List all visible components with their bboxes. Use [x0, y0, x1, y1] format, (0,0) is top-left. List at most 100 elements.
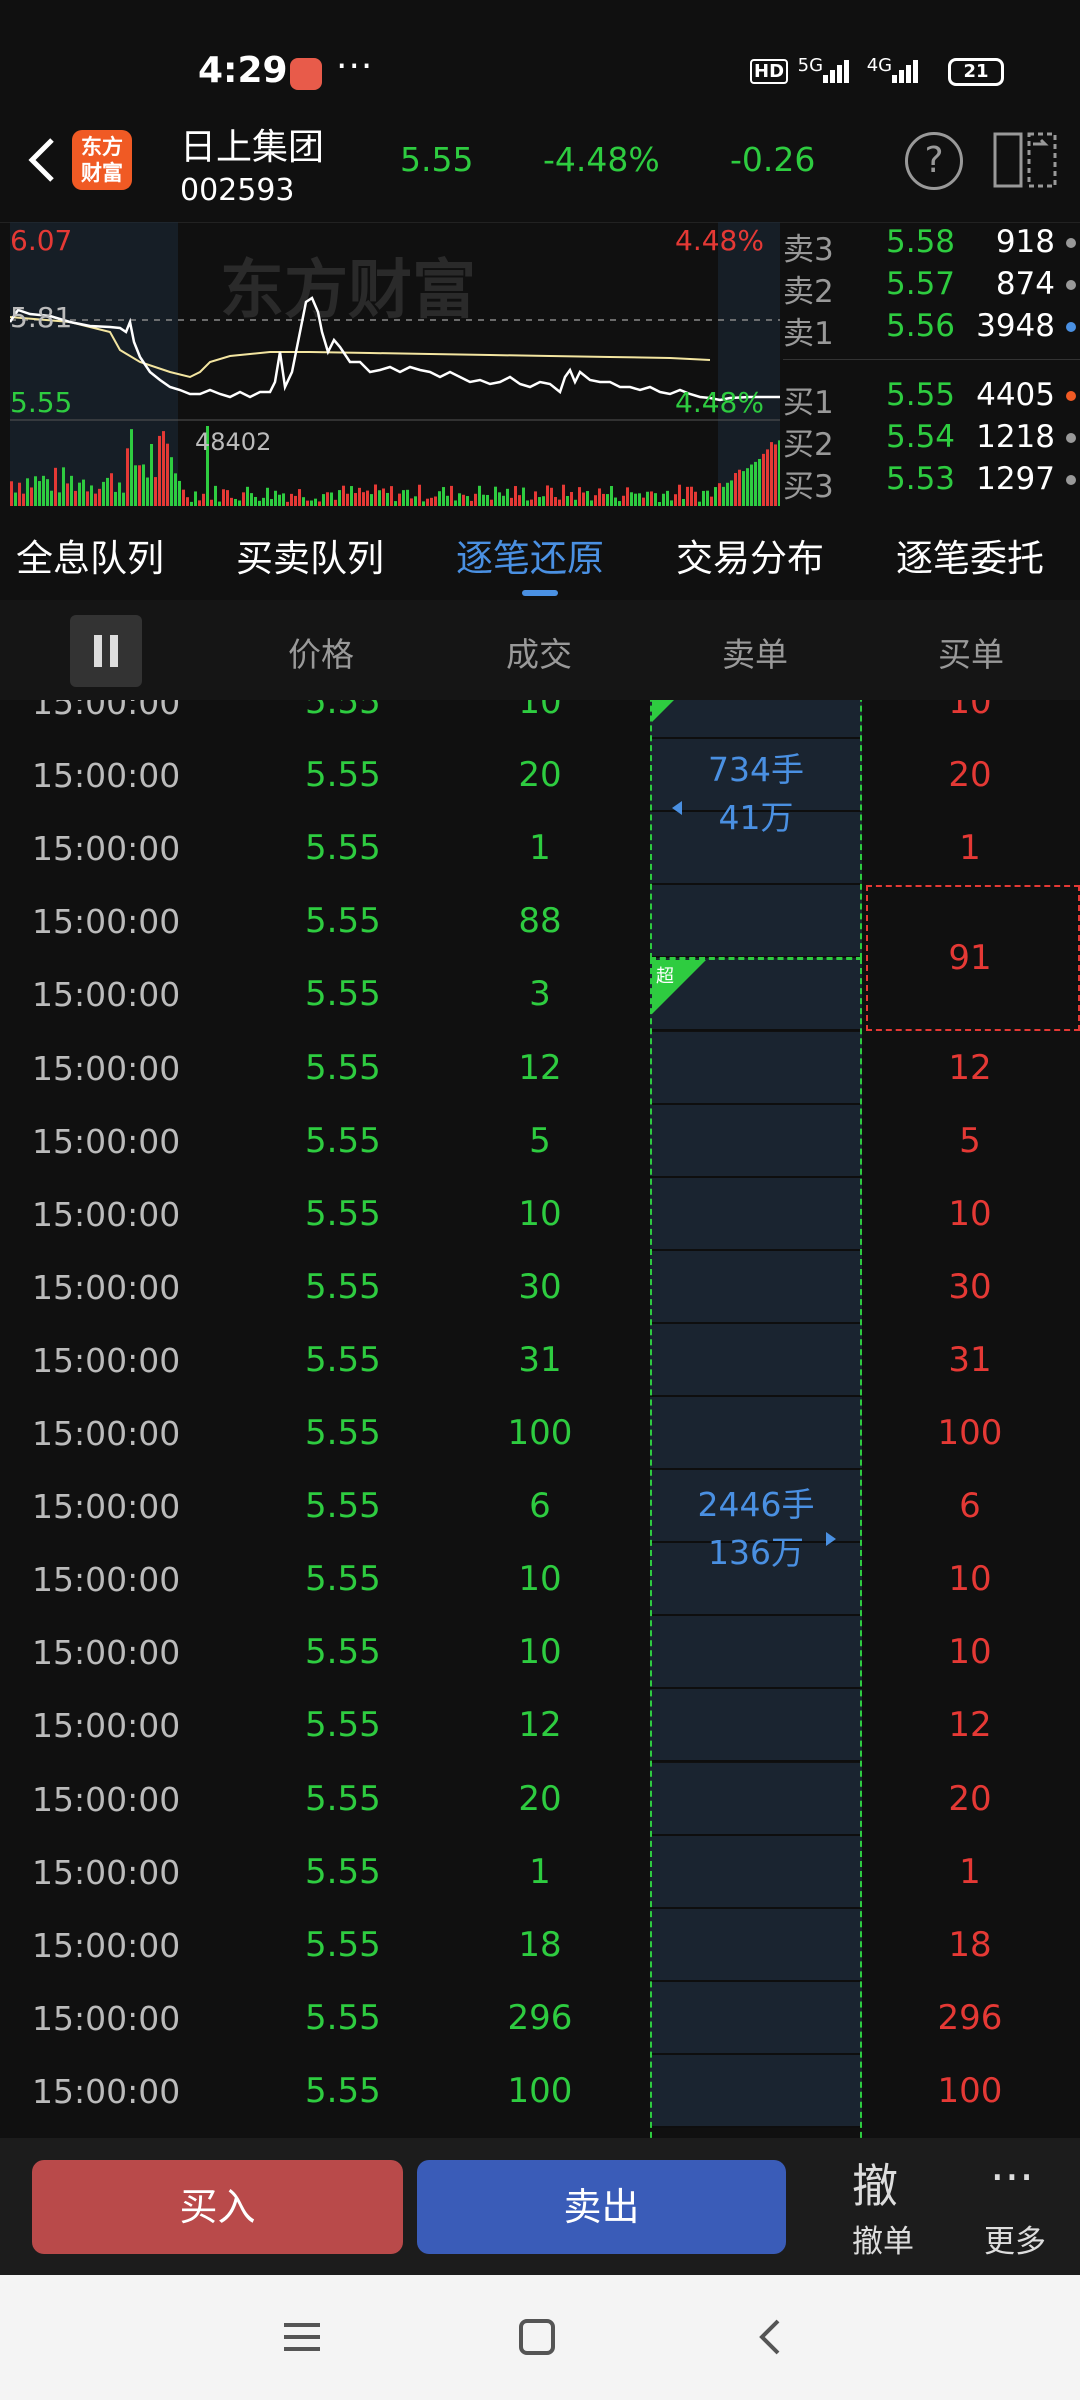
volume-bar — [574, 499, 577, 506]
volume-bar — [394, 501, 397, 506]
pause-button[interactable] — [70, 615, 142, 687]
volume-bar — [622, 495, 625, 506]
expand-left-arrow-icon[interactable] — [672, 801, 682, 816]
tick-buy-order: 6 — [959, 1486, 981, 1527]
tab-full-queue[interactable]: 全息队列 — [16, 528, 164, 582]
tick-row[interactable]: 15:00:00 5.55 5 5 — [0, 1105, 1080, 1178]
tick-row[interactable]: 15:00:00 5.55 10 10 — [0, 700, 1080, 739]
volume-bar — [482, 494, 485, 506]
ask-label: 卖3 — [783, 232, 834, 268]
volume-bar — [470, 500, 473, 506]
tick-row[interactable]: 15:00:00 5.55 100 100 — [0, 1397, 1080, 1470]
volume-bar — [226, 490, 229, 506]
back-arrow-icon[interactable] — [22, 130, 62, 190]
bid-dot-icon — [1066, 391, 1076, 401]
volume-bar — [550, 487, 553, 506]
tick-row[interactable]: 15:00:00 5.55 10 10 — [0, 1543, 1080, 1616]
tick-row[interactable]: 15:00:00 5.55 12 12 — [0, 1032, 1080, 1105]
tab-buy-sell-queue[interactable]: 买卖队列 — [236, 528, 384, 582]
tick-buy-order: 10 — [948, 1559, 992, 1600]
tick-row[interactable]: 15:00:00 5.55 20 20 — [0, 739, 1080, 812]
intraday-chart[interactable]: 东方财富 6.07 4.48% 5.81 5.55 4.48% 48402 — [10, 222, 780, 506]
tick-volume: 12 — [518, 1047, 562, 1088]
tick-row[interactable]: 15:00:00 5.55 18 18 — [0, 1909, 1080, 1982]
volume-bar — [534, 491, 537, 506]
back-nav-icon[interactable] — [750, 2315, 794, 2359]
ask-level-3[interactable]: 卖3 5.58 918 — [783, 224, 1080, 268]
sell-button[interactable]: 卖出 — [417, 2160, 786, 2254]
tick-row[interactable]: 15:00:00 5.55 20 20 — [0, 1763, 1080, 1836]
help-icon[interactable]: ? — [905, 132, 963, 190]
tick-buy-order: 10 — [948, 1193, 992, 1234]
ask-level-2[interactable]: 卖2 5.57 874 — [783, 266, 1080, 310]
ask-volume: 3948 — [976, 308, 1055, 344]
volume-bar — [266, 487, 269, 506]
volume-bar — [242, 492, 245, 506]
volume-bar — [78, 482, 81, 506]
volume-bar — [290, 493, 293, 506]
volume-bar — [22, 493, 25, 506]
tick-row[interactable]: 15:00:00 5.55 6 6 — [0, 1470, 1080, 1543]
menu-nav-icon[interactable] — [280, 2315, 324, 2359]
volume-bar — [474, 493, 477, 506]
cancel-order-label[interactable]: 撤单 — [852, 2216, 914, 2261]
more-label[interactable]: 更多 — [984, 2216, 1046, 2261]
volume-bar — [178, 480, 181, 506]
buy-button[interactable]: 买入 — [32, 2160, 403, 2254]
tick-row[interactable]: 15:00:00 5.55 296 296 — [0, 1982, 1080, 2055]
volume-bar — [282, 493, 285, 506]
tick-row[interactable]: 15:00:00 5.55 30 30 — [0, 1251, 1080, 1324]
volume-bar — [258, 500, 261, 506]
tab-tick-restore[interactable]: 逐笔还原 — [456, 528, 604, 582]
column-buy-orders: 买单 — [938, 635, 1004, 674]
volume-bar — [618, 501, 621, 506]
tick-row[interactable]: 15:00:00 5.55 12 12 — [0, 1689, 1080, 1762]
ask-dot-icon — [1066, 238, 1076, 248]
bid-level-1[interactable]: 买1 5.55 4405 — [783, 377, 1080, 421]
volume-bar — [690, 486, 693, 506]
volume-bar — [42, 475, 45, 506]
tick-row[interactable]: 15:00:00 5.55 1 1 — [0, 812, 1080, 885]
buy-order-merged-value: 91 — [948, 938, 992, 979]
tick-row[interactable]: 15:00:00 5.55 10 10 — [0, 1616, 1080, 1689]
volume-bar — [202, 493, 205, 506]
tick-row[interactable]: 15:00:00 5.55 10 10 — [0, 1178, 1080, 1251]
tick-list[interactable]: 15:00:00 5.55 10 10 15:00:00 5.55 20 20 15… — [0, 700, 1080, 2138]
volume-bar — [502, 495, 505, 506]
ask-level-1[interactable]: 卖1 5.56 3948 — [783, 308, 1080, 352]
more-icon[interactable]: ··· — [990, 2150, 1034, 2204]
volume-bar — [418, 484, 421, 506]
volume-bar — [302, 497, 305, 506]
tick-time: 15:00:00 — [32, 1706, 181, 1746]
volume-bar — [306, 500, 309, 506]
bid-level-3[interactable]: 买3 5.53 1297 — [783, 461, 1080, 505]
home-nav-icon[interactable] — [515, 2315, 559, 2359]
tick-row[interactable]: 15:00:00 5.55 100 100 — [0, 2055, 1080, 2128]
tick-price: 5.55 — [305, 901, 381, 942]
header-price: 5.55 — [400, 140, 474, 179]
volume-bar — [526, 500, 529, 506]
volume-bar — [654, 493, 657, 506]
tab-trade-distribution[interactable]: 交易分布 — [676, 528, 824, 582]
volume-bar — [326, 492, 329, 506]
volume-bar — [102, 481, 105, 506]
tick-row[interactable]: 15:00:00 5.55 31 31 — [0, 1324, 1080, 1397]
tick-price: 5.55 — [305, 1413, 381, 1453]
tick-volume: 6 — [529, 1486, 551, 1527]
volume-bar — [758, 458, 761, 506]
chart-volume-label: 48402 — [195, 428, 271, 456]
battery-icon: 21 — [948, 58, 1004, 86]
tick-time: 15:00:00 — [32, 1633, 181, 1673]
cancel-order-icon[interactable]: 撤 — [852, 2150, 898, 2216]
volume-bar — [278, 494, 281, 506]
switch-layout-icon[interactable] — [993, 130, 1057, 190]
tab-tick-orders[interactable]: 逐笔委托 — [896, 528, 1044, 582]
tick-price: 5.55 — [305, 1778, 381, 1819]
volume-bar — [358, 487, 361, 506]
expand-right-arrow-icon[interactable] — [826, 1532, 836, 1547]
tick-row[interactable]: 15:00:00 5.55 1 1 — [0, 1836, 1080, 1909]
volume-bar — [510, 497, 513, 506]
chart-high-label: 6.07 — [10, 224, 72, 257]
bid-level-2[interactable]: 买2 5.54 1218 — [783, 419, 1080, 463]
volume-bar — [162, 431, 165, 506]
